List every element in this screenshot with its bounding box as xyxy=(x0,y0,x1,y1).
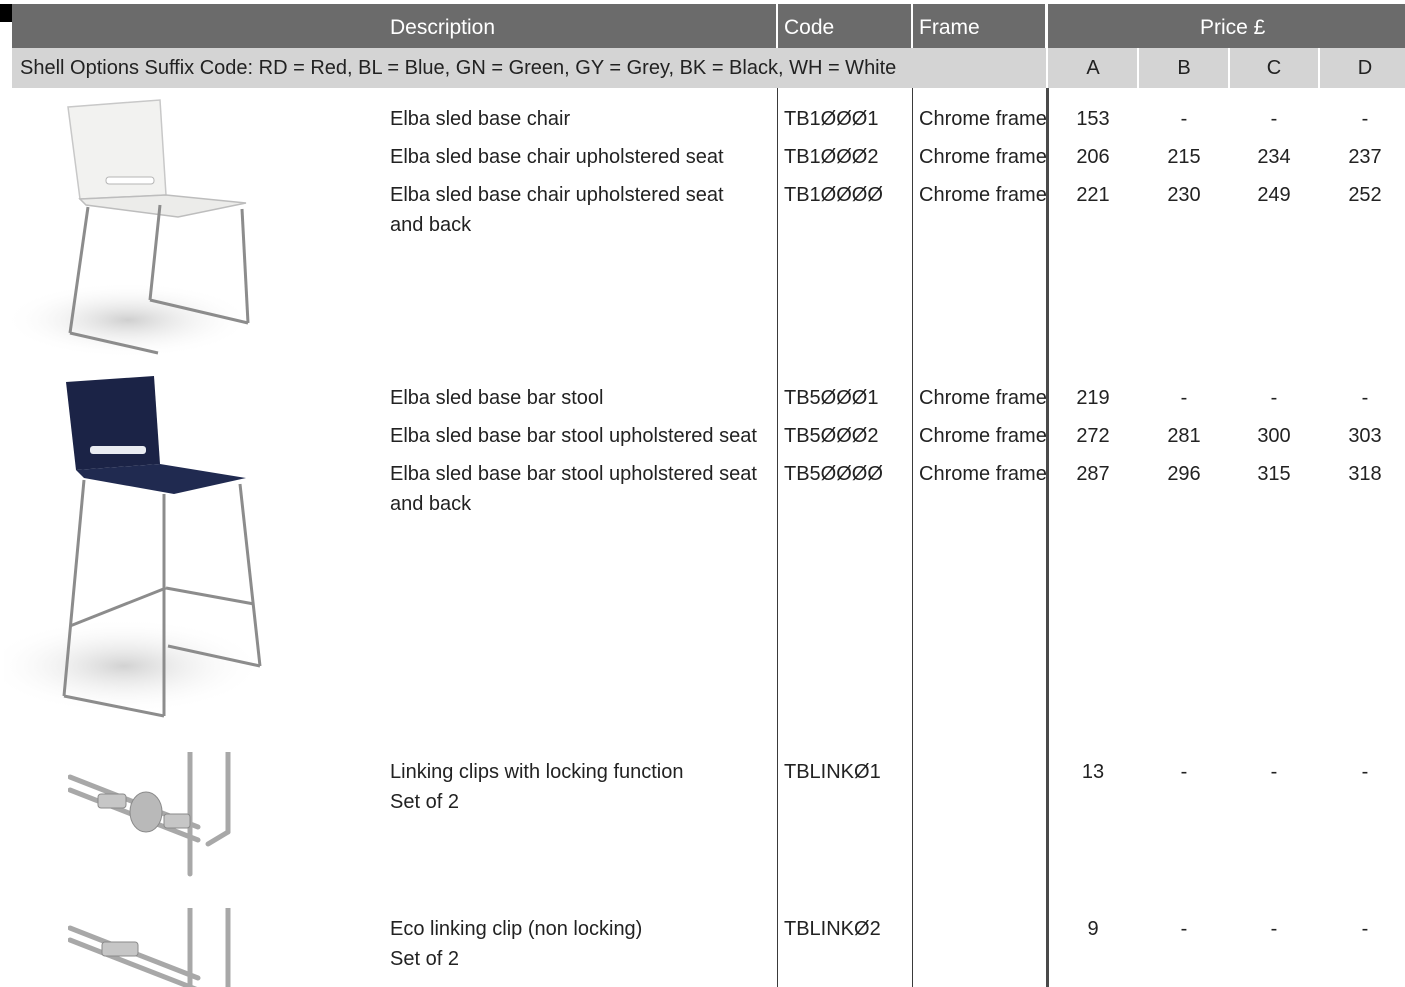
navy-bar-stool-image xyxy=(4,366,304,726)
band-b-label: B xyxy=(1177,57,1191,79)
price-d: 252 xyxy=(1348,184,1382,206)
price-column-rule xyxy=(1046,88,1049,987)
price-d: 303 xyxy=(1348,425,1382,447)
price-b: - xyxy=(1180,387,1188,409)
suffix-divider xyxy=(1318,48,1320,88)
product-description: Elba sled base bar stool upholstered sea… xyxy=(390,425,757,447)
price-c: 234 xyxy=(1257,146,1291,168)
price-c: - xyxy=(1270,761,1278,783)
suffix-divider xyxy=(1137,48,1139,88)
header-code: Code xyxy=(784,16,835,39)
white-chair-image xyxy=(8,95,278,360)
price-b: - xyxy=(1180,918,1188,940)
price-b: 215 xyxy=(1167,146,1201,168)
price-c: - xyxy=(1270,918,1278,940)
price-a: 219 xyxy=(1076,387,1110,409)
product-description-note: Set of 2 xyxy=(390,791,459,813)
price-b: 230 xyxy=(1167,184,1201,206)
product-description: Elba sled base chair xyxy=(390,108,571,130)
product-code: TB5ØØØ2 xyxy=(784,425,879,447)
price-d: - xyxy=(1361,108,1369,130)
band-d-label: D xyxy=(1357,57,1373,79)
shell-options-row: Shell Options Suffix Code: RD = Red, BL … xyxy=(12,48,1405,88)
product-frame: Chrome frame xyxy=(919,425,1047,447)
product-frame: Chrome frame xyxy=(919,146,1047,168)
price-a: 287 xyxy=(1076,463,1110,485)
product-code: TBLINKØ1 xyxy=(784,761,881,783)
price-c: - xyxy=(1270,387,1278,409)
eco-clip-image xyxy=(68,908,243,987)
suffix-divider xyxy=(1228,48,1230,88)
product-code: TB1ØØØ2 xyxy=(784,146,879,168)
product-description: Eco linking clip (non locking) xyxy=(390,918,643,940)
product-code: TB1ØØØ1 xyxy=(784,108,879,130)
header-description: Description xyxy=(390,16,496,39)
product-frame: Chrome frame xyxy=(919,463,1047,485)
product-description: Elba sled base chair upholstered seat an… xyxy=(390,184,724,236)
linking-clip-image xyxy=(68,752,243,882)
header-price: Price £ xyxy=(1200,16,1266,39)
header-divider xyxy=(911,4,913,48)
header-divider xyxy=(776,4,778,48)
product-frame: Chrome frame xyxy=(919,387,1047,409)
product-code: TBLINKØ2 xyxy=(784,918,881,940)
product-description: Linking clips with locking function xyxy=(390,761,684,783)
header-frame: Frame xyxy=(919,16,980,39)
code-column-rule xyxy=(777,88,778,987)
price-d: - xyxy=(1361,918,1369,940)
product-description: Elba sled base chair upholstered seat xyxy=(390,146,724,168)
product-code: TB5ØØØ1 xyxy=(784,387,879,409)
product-code: TB5ØØØØ xyxy=(784,463,883,485)
band-a-label: A xyxy=(1086,57,1100,79)
product-description-note: Set of 2 xyxy=(390,948,459,970)
price-d: 237 xyxy=(1348,146,1382,168)
price-b: 296 xyxy=(1167,463,1201,485)
price-a: 153 xyxy=(1076,108,1110,130)
product-code: TB1ØØØØ xyxy=(784,184,883,206)
shell-options-text: Shell Options Suffix Code: RD = Red, BL … xyxy=(20,57,897,79)
price-b: 281 xyxy=(1167,425,1201,447)
page-edge-marker xyxy=(0,4,12,22)
price-a: 221 xyxy=(1076,184,1110,206)
product-description: Elba sled base bar stool upholstered sea… xyxy=(390,463,757,515)
table-header: Description Code Frame Price £ xyxy=(12,4,1405,48)
price-c: - xyxy=(1270,108,1278,130)
price-d: - xyxy=(1361,387,1369,409)
price-a: 272 xyxy=(1076,425,1110,447)
price-a: 13 xyxy=(1081,761,1105,783)
frame-column-rule xyxy=(912,88,913,987)
price-c: 249 xyxy=(1257,184,1291,206)
band-c-label: C xyxy=(1266,57,1282,79)
product-frame: Chrome frame xyxy=(919,184,1047,206)
price-a: 9 xyxy=(1087,918,1099,940)
price-b: - xyxy=(1180,761,1188,783)
price-c: 315 xyxy=(1257,463,1291,485)
product-frame: Chrome frame xyxy=(919,108,1047,130)
suffix-divider xyxy=(1046,48,1048,88)
price-b: - xyxy=(1180,108,1188,130)
price-c: 300 xyxy=(1257,425,1291,447)
product-description: Elba sled base bar stool xyxy=(390,387,604,409)
price-d: - xyxy=(1361,761,1369,783)
price-a: 206 xyxy=(1076,146,1110,168)
price-d: 318 xyxy=(1348,463,1382,485)
header-divider xyxy=(1045,4,1048,48)
